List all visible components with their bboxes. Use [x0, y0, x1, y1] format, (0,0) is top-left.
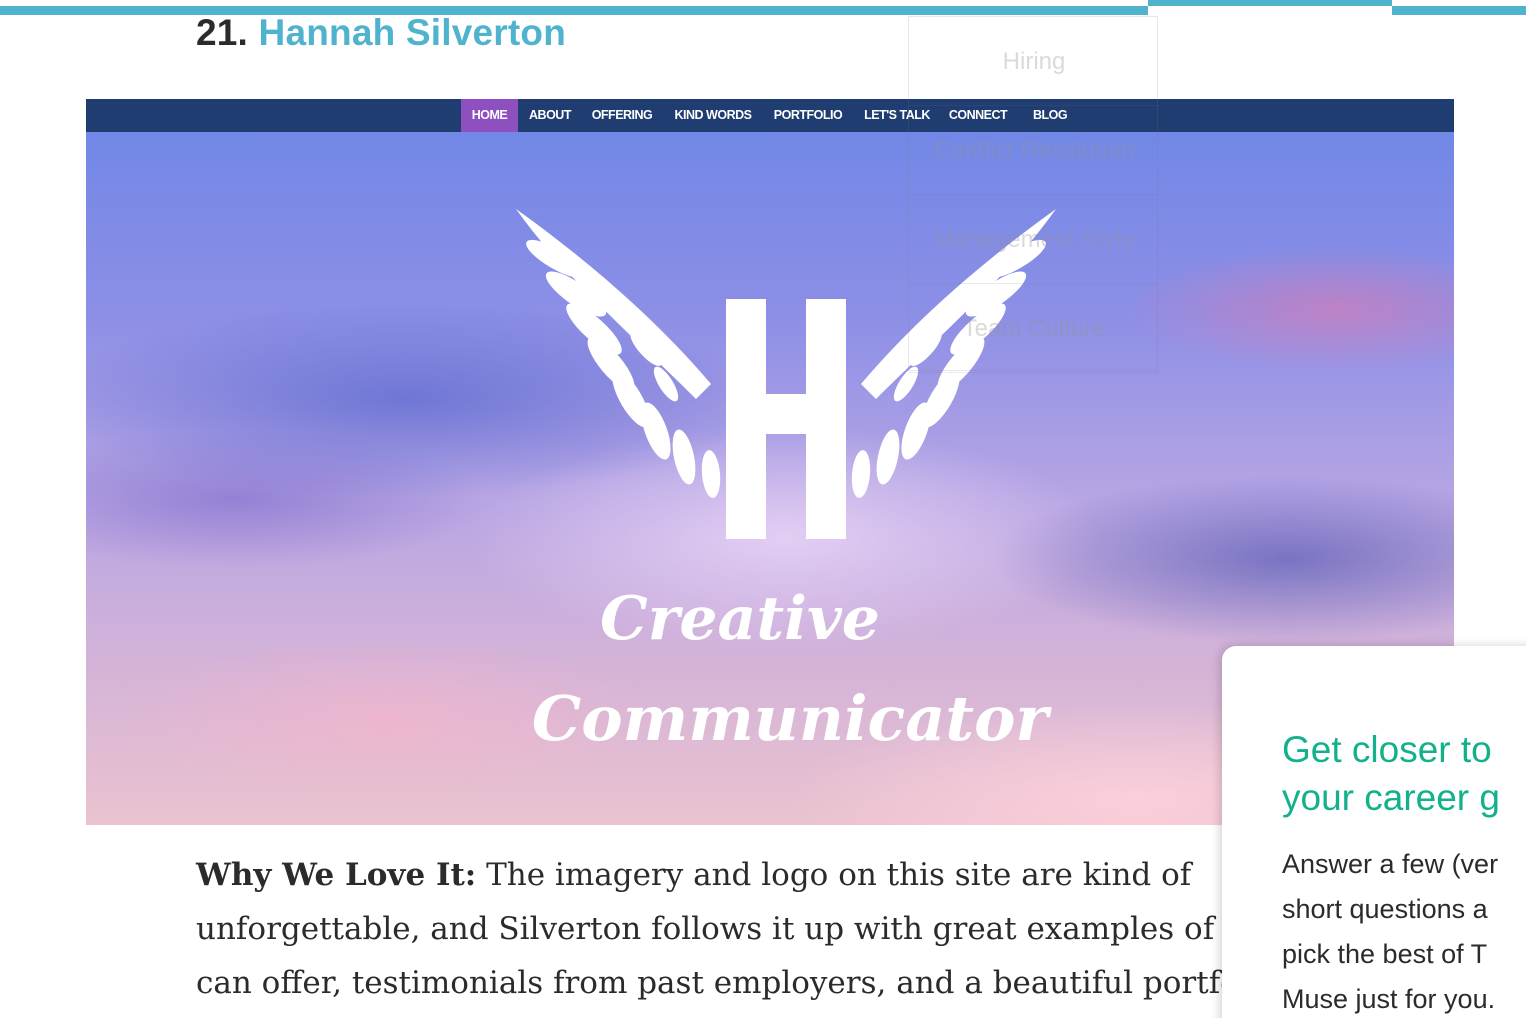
menu-item-hiring[interactable]: Hiring — [909, 17, 1159, 106]
screenshot-nav-bar: HOME ABOUT OFFERING KIND WORDS PORTFOLIO… — [86, 99, 1454, 132]
paragraph-lead: Why We Love It: — [196, 857, 477, 893]
nav-item-portfolio: PORTFOLIO — [773, 108, 843, 122]
nav-item-kind-words: KIND WORDS — [674, 108, 752, 122]
tagline-creative: Creative — [600, 584, 880, 654]
menu-item-conflict-resolution[interactable]: Conflict Resolution — [909, 106, 1159, 195]
popup-title: Get closer to your career g — [1282, 726, 1526, 822]
popup-text-line-3: pick the best of T — [1282, 939, 1488, 969]
paragraph-line-3: can offer, testimonials from past employ… — [196, 965, 1277, 1001]
article-paragraph: Why We Love It: The imagery and logo on … — [196, 848, 1290, 1010]
heading-name-link[interactable]: Hannah Silverton — [259, 12, 566, 53]
menu-item-team-culture[interactable]: Team Culture — [909, 284, 1159, 373]
popup-text-line-1: Answer a few (ver — [1282, 849, 1499, 879]
popup-description: Answer a few (ver short questions a pick… — [1282, 842, 1526, 1018]
top-bar-segment-right — [1392, 6, 1526, 15]
career-quiz-popup[interactable]: Get closer to your career g Answer a few… — [1222, 646, 1526, 1018]
nav-item-offering: OFFERING — [591, 108, 653, 122]
nav-item-about: ABOUT — [529, 108, 571, 122]
nav-item-home: HOME — [461, 99, 518, 132]
faded-dropdown-menu: Hiring Conflict Resolution Management St… — [908, 16, 1159, 373]
popup-text-line-2: short questions a — [1282, 894, 1488, 924]
heading-number: 21. — [196, 12, 249, 53]
popup-title-line-1: Get closer to — [1282, 729, 1492, 770]
menu-item-management-style[interactable]: Management Style — [909, 195, 1159, 284]
section-heading: 21. Hannah Silverton — [196, 12, 566, 54]
paragraph-line-1: The imagery and logo on this site are ki… — [486, 857, 1192, 893]
top-bar-segment-left — [0, 6, 1148, 15]
paragraph-line-2: unforgettable, and Silverton follows it … — [196, 911, 1290, 947]
popup-title-line-2: your career g — [1282, 777, 1500, 818]
popup-text-line-4: Muse just for you. — [1282, 984, 1496, 1014]
top-bar-segment-raised — [1148, 0, 1392, 6]
